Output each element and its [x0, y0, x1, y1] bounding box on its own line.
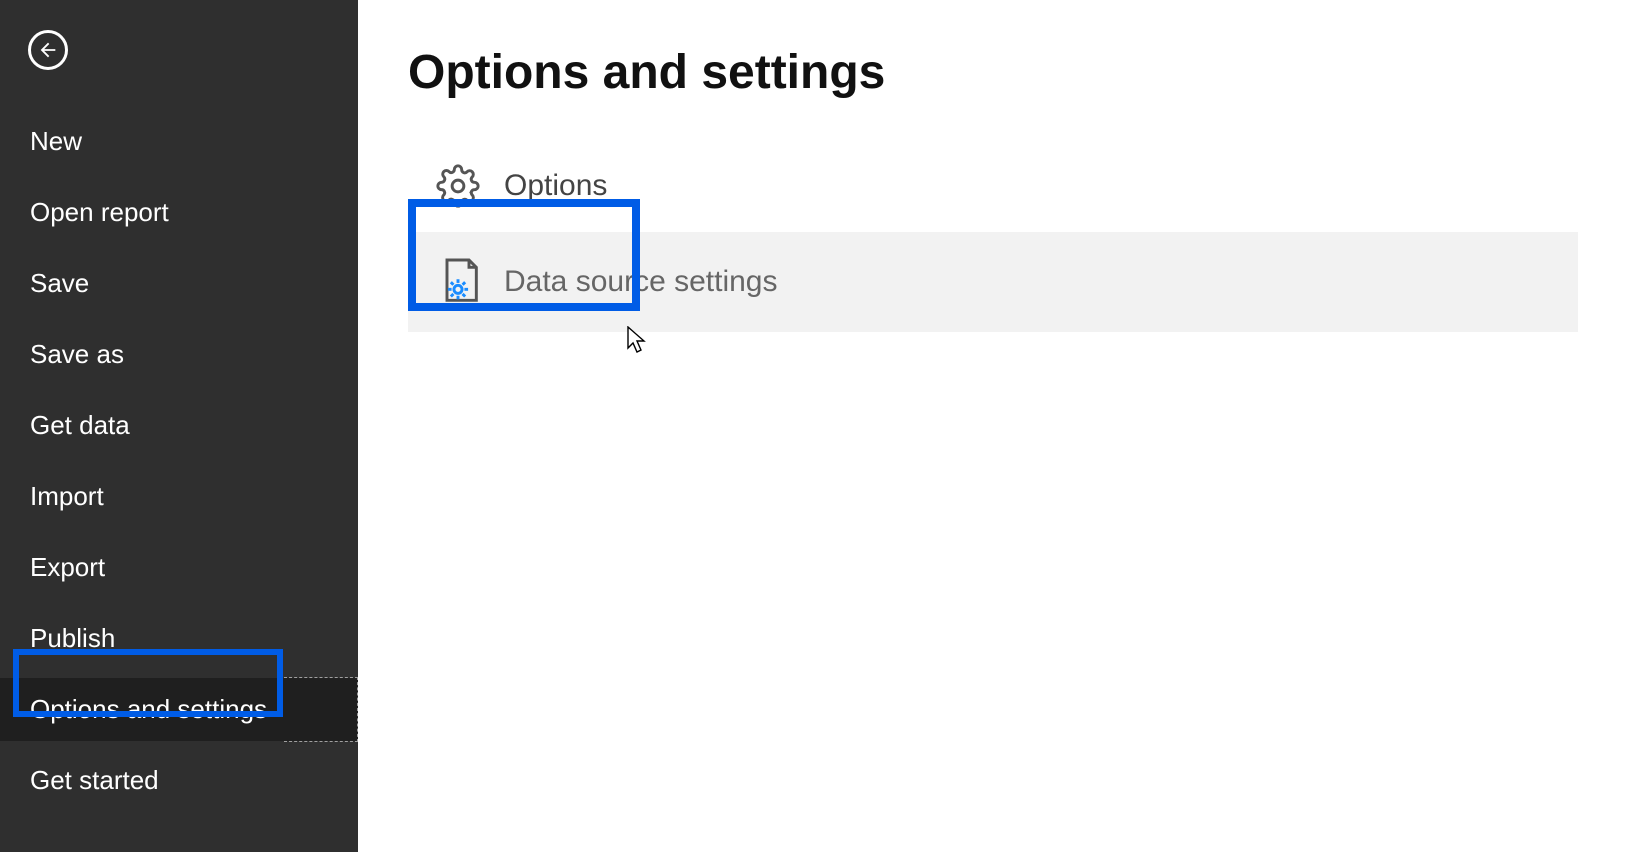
menu-item-options-and-settings[interactable]: Options and settings: [0, 678, 358, 741]
menu-item-label: Open report: [30, 197, 169, 227]
menu-item-label: New: [30, 126, 82, 156]
option-row-label: Options: [504, 169, 607, 203]
menu-item-save[interactable]: Save: [0, 252, 358, 315]
menu-item-label: Save as: [30, 339, 124, 369]
menu-item-label: Options and settings: [30, 694, 267, 724]
menu-item-open-report[interactable]: Open report: [0, 181, 358, 244]
back-arrow-icon: [37, 39, 59, 61]
menu-item-label: Export: [30, 552, 105, 582]
menu-item-label: Save: [30, 268, 89, 298]
menu-item-save-as[interactable]: Save as: [0, 323, 358, 386]
data-source-settings-icon: [436, 256, 480, 308]
file-menu-sidebar: New Open report Save Save as Get data Im…: [0, 0, 358, 852]
menu-item-get-started[interactable]: Get started: [0, 749, 358, 812]
menu-item-label: Get started: [30, 765, 159, 795]
gear-icon: [436, 164, 480, 208]
menu-item-label: Import: [30, 481, 104, 511]
option-row-options[interactable]: Options: [408, 140, 1578, 232]
menu-item-publish[interactable]: Publish: [0, 607, 358, 670]
option-row-data-source-settings[interactable]: Data source settings: [408, 232, 1578, 332]
menu-item-export[interactable]: Export: [0, 536, 358, 599]
back-button[interactable]: [28, 30, 68, 70]
page-title: Options and settings: [408, 45, 1578, 100]
option-row-label: Data source settings: [504, 265, 777, 299]
menu-item-get-data[interactable]: Get data: [0, 394, 358, 457]
content-pane: Options and settings Options Data source…: [358, 0, 1628, 852]
menu-item-label: Publish: [30, 623, 115, 653]
menu-item-label: Get data: [30, 410, 130, 440]
menu-item-new[interactable]: New: [0, 110, 358, 173]
menu-item-import[interactable]: Import: [0, 465, 358, 528]
